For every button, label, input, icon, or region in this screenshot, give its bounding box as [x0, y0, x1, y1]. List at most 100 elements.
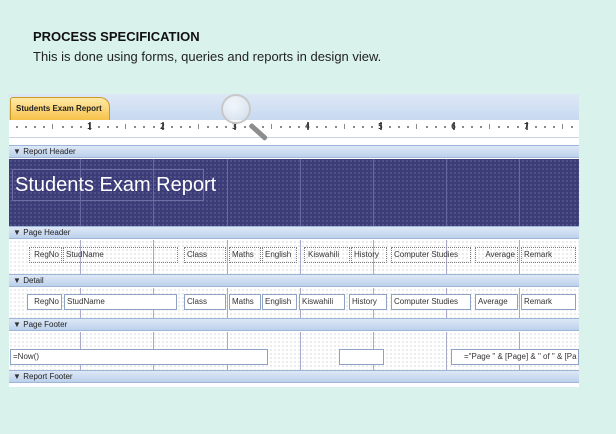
ruler-tick: [362, 126, 364, 128]
ruler-tick: [353, 126, 355, 128]
ruler-tick: [480, 126, 482, 128]
section-label: Report Footer: [23, 372, 73, 381]
header-label-history[interactable]: History: [351, 247, 387, 263]
ruler-tick: [316, 126, 318, 128]
ruler-tick: [143, 126, 145, 128]
ruler-number: 6: [451, 122, 456, 131]
ruler-tick: [325, 126, 327, 128]
ruler-tick: [98, 126, 100, 128]
ruler-tick: [271, 124, 272, 129]
ruler-tick: [171, 126, 173, 128]
header-label-remark[interactable]: Remark: [521, 247, 576, 263]
field-class[interactable]: Class: [184, 294, 226, 310]
field-remark[interactable]: Remark: [521, 294, 576, 310]
ruler-tick: [153, 126, 155, 128]
header-label-studname[interactable]: StudName: [63, 247, 178, 263]
ruler-tick: [25, 126, 27, 128]
ruler-tick: [225, 126, 227, 128]
ruler-tick: [426, 126, 428, 128]
section-bar-report-header[interactable]: ▼ Report Header: [9, 145, 579, 158]
field-regno[interactable]: RegNo: [27, 294, 62, 310]
field-history[interactable]: History: [349, 294, 387, 310]
header-label-class[interactable]: Class: [184, 247, 226, 263]
field-average[interactable]: Average: [475, 294, 518, 310]
ruler-tick: [571, 126, 573, 128]
ruler-tick: [216, 126, 218, 128]
report-title-label[interactable]: Students Exam Report: [12, 169, 216, 201]
ruler-tick: [180, 126, 182, 128]
grid-line: [300, 159, 301, 226]
header-label-kiswahili[interactable]: Kiswahili: [304, 247, 350, 263]
ruler-tick: [280, 126, 282, 128]
report-header-area: Students Exam Report: [9, 159, 579, 226]
ruler-tick: [207, 126, 209, 128]
ruler-tick: [125, 124, 126, 129]
ruler-tick: [389, 126, 391, 128]
detail-area: RegNo StudName Class Maths English Kiswa…: [9, 288, 579, 318]
magnifier-icon: [221, 94, 251, 124]
ruler-number: 2: [160, 122, 165, 131]
ruler-tick: [344, 124, 345, 129]
section-bar-detail[interactable]: ▼ Detail: [9, 274, 579, 287]
header-label-regno[interactable]: RegNo: [29, 247, 62, 263]
ruler-tick: [444, 126, 446, 128]
field-now-expression[interactable]: =Now(): [10, 349, 268, 365]
ruler-tick: [116, 126, 118, 128]
ruler-tick: [71, 126, 73, 128]
field-english[interactable]: English: [262, 294, 297, 310]
ruler-tick: [244, 126, 246, 128]
field-kiswahili[interactable]: Kiswahili: [299, 294, 345, 310]
section-bar-report-footer[interactable]: ▼ Report Footer: [9, 370, 579, 383]
ruler-tick: [416, 124, 417, 129]
grid-line: [227, 288, 228, 318]
ruler-number: 7: [524, 122, 529, 131]
section-label: Detail: [23, 276, 44, 285]
ruler-tick: [435, 126, 437, 128]
section-bar-page-footer[interactable]: ▼ Page Footer: [9, 318, 579, 331]
section-arrow-icon: ▼: [13, 228, 21, 237]
grid-line: [373, 159, 374, 226]
ruler-number: 1: [87, 122, 92, 131]
field-computer-studies[interactable]: Computer Studies: [391, 294, 471, 310]
grid-line: [227, 240, 228, 274]
header-label-maths[interactable]: Maths: [229, 247, 261, 263]
header-label-english[interactable]: English: [262, 247, 297, 263]
ruler-tick: [34, 126, 36, 128]
header-label-computer-studies[interactable]: Computer Studies: [391, 247, 471, 263]
ruler-tick: [134, 126, 136, 128]
ruler-tick: [471, 126, 473, 128]
ruler-tick: [553, 126, 555, 128]
tab-students-exam-report[interactable]: Students Exam Report: [10, 97, 110, 120]
ruler-tick: [407, 126, 409, 128]
ruler-tick: [462, 126, 464, 128]
document-tab-strip: Students Exam Report: [9, 94, 579, 120]
section-label: Page Header: [23, 228, 71, 237]
ruler-number: 5: [378, 122, 383, 131]
ruler-tick: [517, 126, 519, 128]
field-maths[interactable]: Maths: [229, 294, 261, 310]
page-subheading: This is done using forms, queries and re…: [33, 49, 382, 64]
section-label: Report Header: [23, 147, 76, 156]
ruler-tick: [489, 124, 490, 129]
ruler-tick: [371, 126, 373, 128]
field-studname[interactable]: StudName: [64, 294, 177, 310]
header-label-average[interactable]: Average: [475, 247, 518, 263]
section-arrow-icon: ▼: [13, 276, 21, 285]
grid-line: [300, 240, 301, 274]
ruler-tick: [189, 126, 191, 128]
grid-line: [519, 159, 520, 226]
field-page-expression[interactable]: ="Page " & [Page] & " of " & [Pa: [451, 349, 579, 365]
section-label: Page Footer: [23, 320, 68, 329]
section-arrow-icon: ▼: [13, 147, 21, 156]
section-bar-page-header[interactable]: ▼ Page Header: [9, 226, 579, 239]
page-header-area: RegNo StudName Class Maths English Kiswa…: [9, 240, 579, 274]
page-footer-area: =Now() ="Page " & [Page] & " of " & [Pa: [9, 332, 579, 370]
ruler-tick: [535, 126, 537, 128]
section-arrow-icon: ▼: [13, 320, 21, 329]
section-arrow-icon: ▼: [13, 372, 21, 381]
ruler-tick: [335, 126, 337, 128]
ruler-tick: [544, 126, 546, 128]
ruler-tick: [80, 126, 82, 128]
ruler-tick: [262, 126, 264, 128]
footer-blank-box[interactable]: [339, 349, 384, 365]
